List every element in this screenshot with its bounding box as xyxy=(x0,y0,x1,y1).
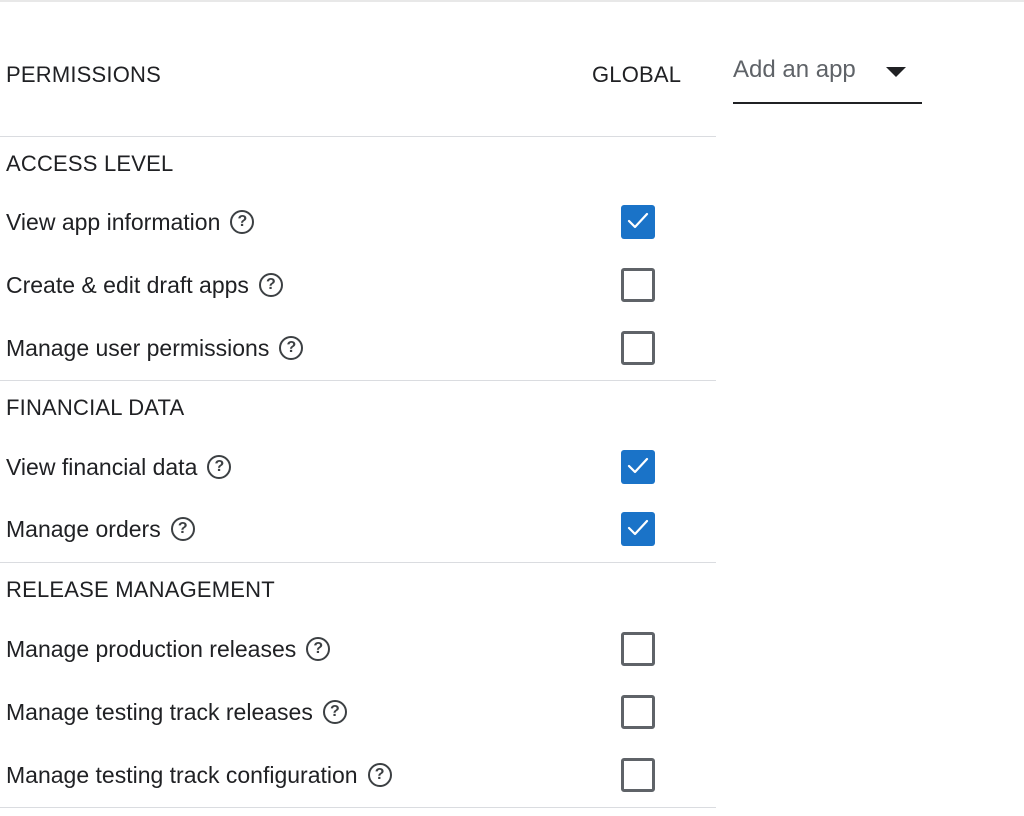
permission-row: Create & edit draft apps ? xyxy=(0,265,716,305)
permission-label: View financial data xyxy=(6,453,198,480)
permission-label: Create & edit draft apps xyxy=(6,271,249,298)
section-access-level: ACCESS LEVEL View app information ? Crea… xyxy=(0,137,716,381)
top-divider xyxy=(0,0,1024,2)
permission-checkbox[interactable] xyxy=(621,268,655,302)
checkmark-icon xyxy=(627,519,649,536)
help-circle-icon[interactable]: ? xyxy=(258,273,283,297)
permission-row: Manage testing track configuration ? xyxy=(0,755,716,795)
permission-checkbox[interactable] xyxy=(621,512,655,546)
permission-checkbox[interactable] xyxy=(621,632,655,666)
permission-checkbox[interactable] xyxy=(621,331,655,365)
add-app-label: Add an app xyxy=(733,56,856,83)
caret-down-icon xyxy=(886,67,906,77)
permission-label: Manage testing track releases xyxy=(6,698,313,725)
permissions-column-title: PERMISSIONS xyxy=(6,62,162,87)
permission-checkbox[interactable] xyxy=(621,450,655,484)
help-circle-icon[interactable]: ? xyxy=(322,700,347,724)
section-title: ACCESS LEVEL xyxy=(6,151,174,176)
permission-row: Manage production releases ? xyxy=(0,629,716,669)
permission-checkbox[interactable] xyxy=(621,695,655,729)
permission-row: View financial data ? xyxy=(0,447,716,487)
help-circle-icon[interactable]: ? xyxy=(367,763,392,787)
section-title: FINANCIAL DATA xyxy=(6,395,185,420)
help-circle-icon[interactable]: ? xyxy=(170,517,195,541)
global-column-title: GLOBAL xyxy=(592,62,682,87)
permission-row: Manage testing track releases ? xyxy=(0,692,716,732)
add-app-dropdown[interactable]: Add an app xyxy=(733,50,922,104)
section-release-management: RELEASE MANAGEMENT Manage production rel… xyxy=(0,563,716,808)
permission-label: View app information xyxy=(6,208,221,235)
section-financial-data: FINANCIAL DATA View financial data ? Man… xyxy=(0,381,716,563)
permission-row: View app information ? xyxy=(0,202,716,242)
help-circle-icon[interactable]: ? xyxy=(230,210,255,234)
checkmark-icon xyxy=(627,212,649,229)
permission-row: Manage user permissions ? xyxy=(0,328,716,368)
permission-label: Manage testing track configuration xyxy=(6,761,358,788)
permission-checkbox[interactable] xyxy=(621,205,655,239)
permission-label: Manage orders xyxy=(6,515,161,542)
permission-checkbox[interactable] xyxy=(621,758,655,792)
permissions-page: PERMISSIONS GLOBAL Add an app ACCESS LEV… xyxy=(0,0,1024,816)
help-circle-icon[interactable]: ? xyxy=(306,637,331,661)
section-title: RELEASE MANAGEMENT xyxy=(6,577,275,602)
permission-label: Manage user permissions xyxy=(6,334,270,361)
permission-row: Manage orders ? xyxy=(0,509,716,549)
checkmark-icon xyxy=(627,457,649,474)
help-circle-icon[interactable]: ? xyxy=(279,336,304,360)
help-circle-icon[interactable]: ? xyxy=(207,455,232,479)
permission-label: Manage production releases xyxy=(6,635,297,662)
permissions-header: PERMISSIONS GLOBAL xyxy=(0,48,716,137)
